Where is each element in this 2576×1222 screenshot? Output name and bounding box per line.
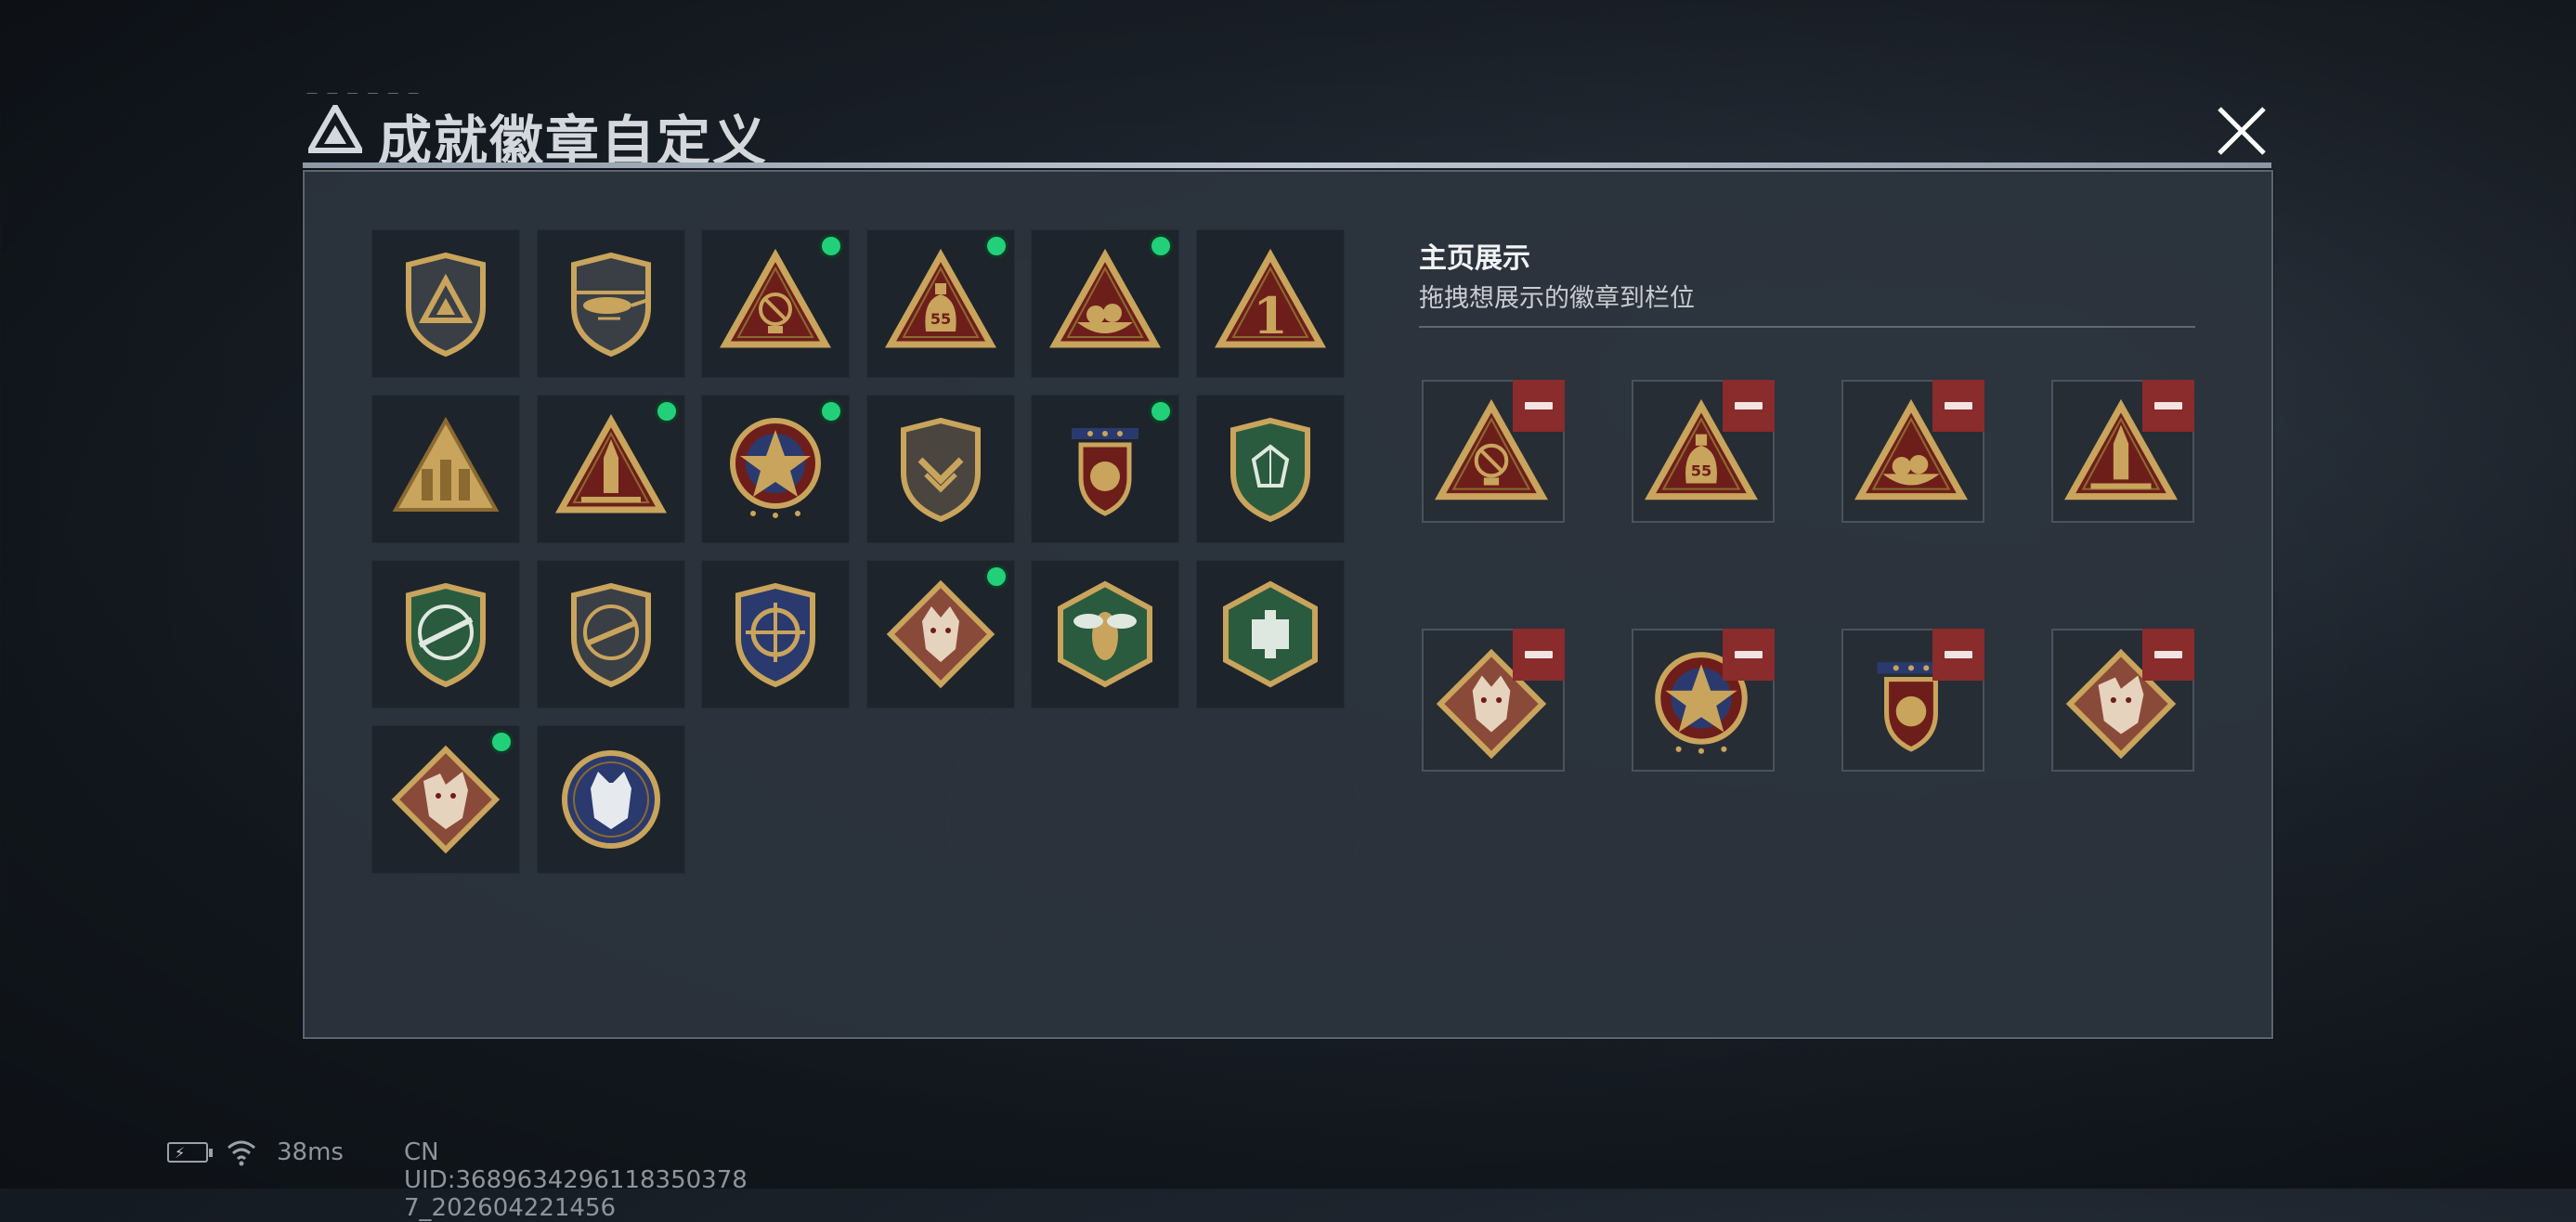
rifle-green-badge-icon (406, 582, 486, 688)
showcase-title: 主页展示 (1419, 242, 1530, 275)
shield-chevron-badge-icon (900, 417, 981, 523)
green-crest-badge-icon (1229, 417, 1310, 523)
svg-text:1: 1 (1253, 286, 1288, 345)
green-hex-badge-icon (1222, 580, 1318, 688)
new-indicator (983, 234, 1008, 258)
number-one-badge[interactable]: 1 (1195, 229, 1345, 378)
shield-triangle-badge-icon (406, 252, 486, 358)
wolf-badge[interactable] (865, 560, 1015, 708)
showcase-slot-6[interactable] (1632, 629, 1775, 772)
helicopter-badge[interactable] (536, 229, 685, 378)
badge-panel: 55 1 主页展示 拖拽想展示的徽章到栏位 55 (303, 170, 2273, 1039)
wildcat-badge-icon (561, 750, 660, 849)
showcase-slot-7[interactable] (1841, 629, 1984, 772)
close-button[interactable] (2208, 98, 2275, 164)
new-indicator (819, 234, 843, 258)
showcase-slot-5[interactable] (1422, 629, 1565, 772)
remove-badge-button[interactable] (1513, 380, 1565, 432)
green-hex-badge[interactable] (1195, 560, 1345, 708)
new-indicator (983, 565, 1008, 589)
showcase-slot-8[interactable] (2051, 629, 2194, 772)
title-divider (303, 162, 2271, 168)
soldiers-badge[interactable] (371, 395, 520, 543)
showcase-slot-3[interactable] (1841, 380, 1984, 523)
wolf-badge-icon (886, 579, 995, 689)
bag-55-badge-icon: 55 (884, 248, 996, 348)
svg-text:55: 55 (930, 310, 950, 328)
remove-badge-button[interactable] (1513, 629, 1565, 681)
ping-value: 38ms (277, 1138, 344, 1166)
remove-badge-button[interactable] (2142, 380, 2194, 432)
rifle-shield-badge[interactable] (536, 560, 685, 708)
number-one-badge-icon: 1 (1214, 248, 1326, 348)
wildcat-badge[interactable] (536, 725, 685, 874)
laurel-stars-badge[interactable] (1031, 395, 1179, 543)
close-icon (2218, 107, 2266, 155)
logo-icon (308, 105, 362, 153)
nest-badge[interactable] (1031, 229, 1179, 378)
crosshair-shield-badge[interactable] (701, 560, 850, 708)
helicopter-badge-icon (570, 252, 651, 358)
dragon-badge[interactable] (371, 725, 520, 874)
remove-badge-button[interactable] (1932, 380, 1984, 432)
soldiers-badge-icon (392, 416, 500, 512)
rifle-shield-badge-icon (570, 582, 651, 688)
radar-dish-badge[interactable] (701, 229, 850, 378)
showcase-slot-1[interactable] (1422, 380, 1565, 523)
hornet-badge-icon (1058, 580, 1152, 688)
bag-55-badge[interactable]: 55 (865, 229, 1015, 378)
uid-text: CN UID:3689634296118350378​7_20260422145… (404, 1138, 748, 1222)
svg-text:55: 55 (1691, 462, 1712, 479)
shield-triangle-badge[interactable] (371, 229, 520, 378)
rocket-badge[interactable] (536, 395, 685, 543)
new-indicator (819, 399, 843, 423)
battery-charging-icon: ⚡ (167, 1142, 213, 1163)
new-indicator (1149, 234, 1173, 258)
remove-badge-button[interactable] (1932, 629, 1984, 681)
title-bar: — — — — — — 成就徽章自定义 (299, 86, 2277, 173)
wifi-icon (228, 1140, 255, 1166)
green-crest-badge[interactable] (1195, 395, 1345, 543)
nest-badge-icon (1049, 248, 1161, 348)
showcase-slot-2[interactable]: 55 (1632, 380, 1775, 523)
star-medal-badge[interactable] (701, 395, 850, 543)
star-medal-badge-icon (730, 418, 821, 518)
new-indicator (1149, 399, 1173, 423)
rocket-badge-icon (554, 413, 667, 514)
showcase-subtitle: 拖拽想展示的徽章到栏位 (1419, 284, 1695, 313)
showcase-slot-4[interactable] (2051, 380, 2194, 523)
shield-chevron-badge[interactable] (865, 395, 1015, 543)
showcase-divider (1419, 326, 2195, 328)
crosshair-shield-badge-icon (735, 582, 815, 688)
remove-badge-button[interactable] (1723, 380, 1775, 432)
hornet-badge[interactable] (1031, 560, 1179, 708)
radar-dish-badge-icon (720, 248, 831, 348)
rifle-green-badge[interactable] (371, 560, 520, 708)
laurel-stars-badge-icon (1072, 428, 1138, 516)
new-indicator (654, 399, 679, 423)
dragon-badge-icon (391, 745, 501, 854)
new-indicator (489, 730, 514, 754)
remove-badge-button[interactable] (1723, 629, 1775, 681)
remove-badge-button[interactable] (2142, 629, 2194, 681)
